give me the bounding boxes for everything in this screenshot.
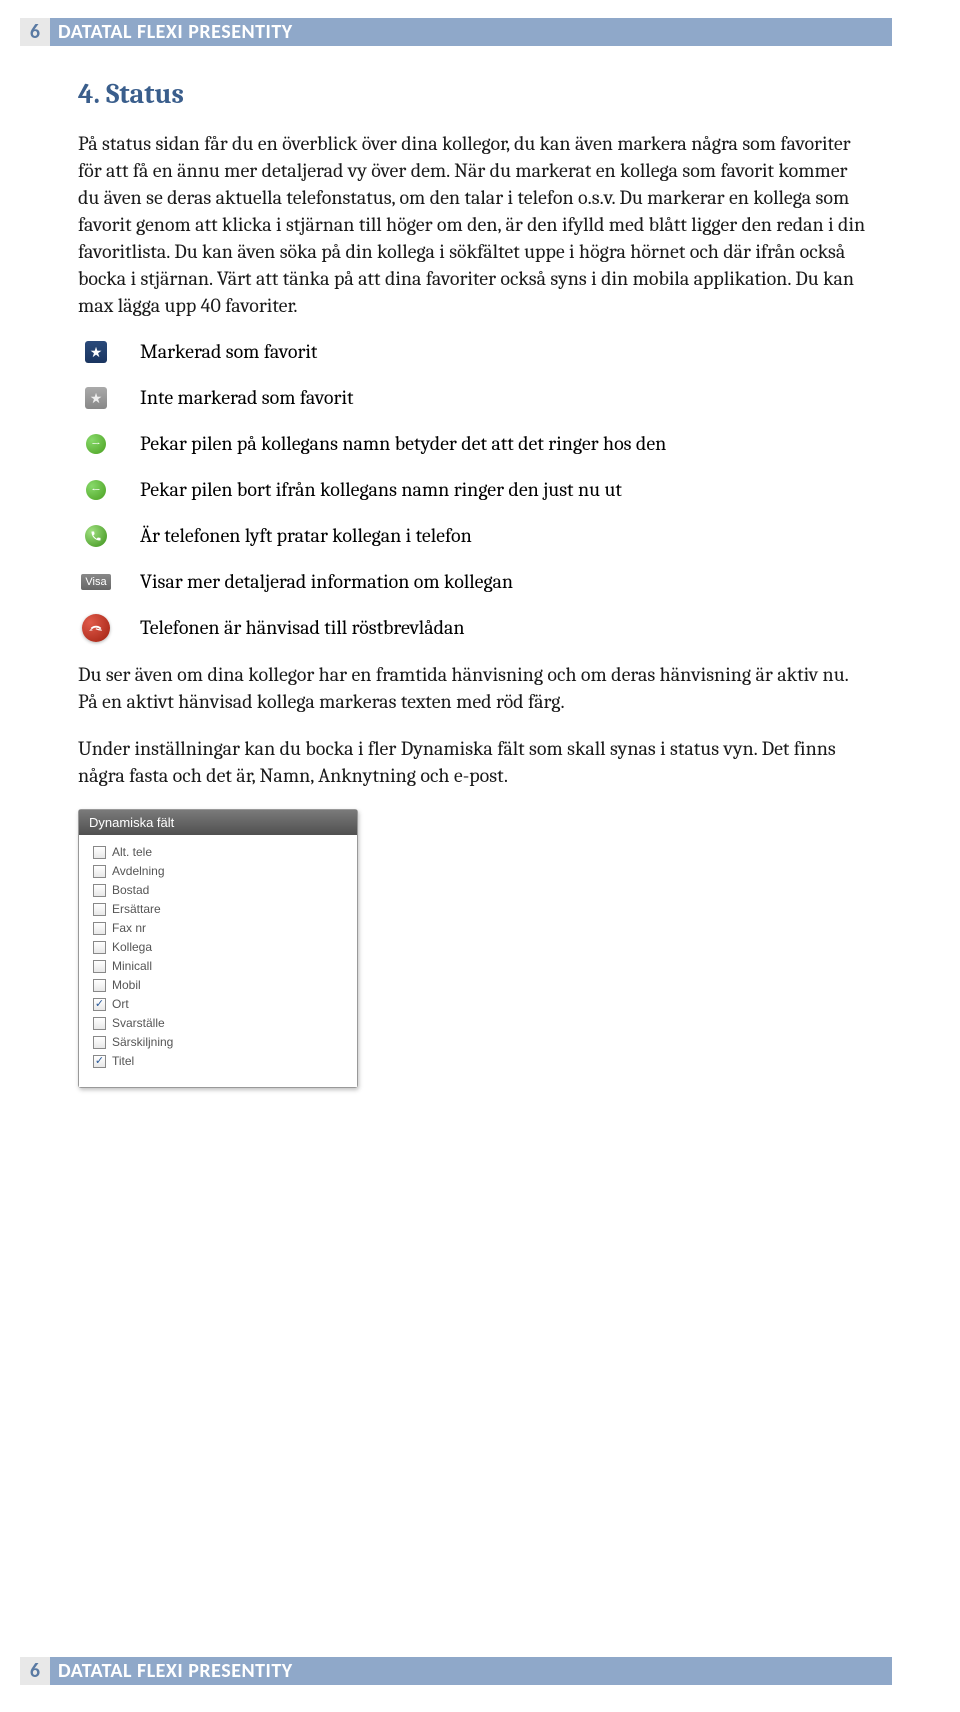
checkbox-row[interactable]: Alt. tele	[93, 845, 343, 859]
page-title-bottom: DATATAL FLEXI PRESENTITY	[50, 1657, 892, 1685]
legend-label: Markerad som favorit	[140, 339, 317, 365]
legend-row: ★ Inte markerad som favorit	[78, 385, 868, 411]
legend-label: Pekar pilen bort ifrån kollegans namn ri…	[140, 477, 622, 503]
checkbox-row[interactable]: Särskiljning	[93, 1035, 343, 1049]
checkbox-label: Särskiljning	[112, 1035, 173, 1049]
checkbox-icon[interactable]: ✓	[93, 1055, 106, 1068]
checkbox-label: Avdelning	[112, 864, 165, 878]
legend-label: Pekar pilen på kollegans namn betyder de…	[140, 431, 666, 457]
checkbox-row[interactable]: Ersättare	[93, 902, 343, 916]
panel-title: Dynamiska fält	[79, 810, 357, 835]
checkbox-icon[interactable]	[93, 941, 106, 954]
checkbox-row[interactable]: Avdelning	[93, 864, 343, 878]
dynamic-fields-panel: Dynamiska fält Alt. tele Avdelning Bostad E…	[78, 809, 358, 1088]
checkbox-row[interactable]: ✓ Ort	[93, 997, 343, 1011]
legend-label: Telefonen är hänvisad till röstbrevlådan	[140, 615, 465, 641]
paragraph-2: Du ser även om dina kollegor har en fram…	[78, 661, 868, 715]
legend-row: Telefonen är hänvisad till röstbrevlådan	[78, 615, 868, 641]
legend-row: Är telefonen lyft pratar kollegan i tele…	[78, 523, 868, 549]
checkbox-label: Svarställe	[112, 1016, 165, 1030]
checkbox-icon[interactable]: ✓	[93, 998, 106, 1011]
star-empty-icon: ★	[85, 387, 107, 409]
checkbox-label: Ersättare	[112, 902, 161, 916]
checkbox-label: Minicall	[112, 959, 152, 973]
checkbox-icon[interactable]	[93, 1017, 106, 1030]
phone-voicemail-icon	[82, 614, 110, 642]
arrow-in-icon: →	[86, 434, 106, 454]
legend-row: → Pekar pilen på kollegans namn betyder …	[78, 431, 868, 457]
legend-label: Visar mer detaljerad information om koll…	[140, 569, 513, 595]
checkbox-label: Fax nr	[112, 921, 146, 935]
phone-active-icon	[85, 525, 107, 547]
checkbox-label: Mobil	[112, 978, 141, 992]
section-heading: 4. Status	[78, 78, 868, 110]
visa-button-icon: Visa	[81, 574, 110, 590]
icon-legend: ★ Markerad som favorit ★ Inte markerad s…	[78, 339, 868, 641]
page-footer: 6 DATATAL FLEXI PRESENTITY	[20, 1657, 892, 1685]
checkbox-row[interactable]: Kollega	[93, 940, 343, 954]
page-header: 6 DATATAL FLEXI PRESENTITY	[20, 18, 892, 46]
checkbox-icon[interactable]	[93, 979, 106, 992]
legend-row: ★ Markerad som favorit	[78, 339, 868, 365]
star-filled-icon: ★	[85, 341, 107, 363]
page-number-top: 6	[20, 18, 50, 46]
checkbox-icon[interactable]	[93, 884, 106, 897]
checkbox-icon[interactable]	[93, 922, 106, 935]
checkbox-row[interactable]: Minicall	[93, 959, 343, 973]
checkbox-label: Alt. tele	[112, 845, 152, 859]
checkbox-row[interactable]: Mobil	[93, 978, 343, 992]
checkbox-row[interactable]: ✓ Titel	[93, 1054, 343, 1068]
main-content: 4. Status På status sidan får du en över…	[78, 78, 868, 1088]
checkbox-label: Kollega	[112, 940, 152, 954]
checkbox-icon[interactable]	[93, 846, 106, 859]
paragraph-1: På status sidan får du en överblick över…	[78, 130, 868, 319]
checkbox-row[interactable]: Fax nr	[93, 921, 343, 935]
arrow-out-icon: ←	[86, 480, 106, 500]
paragraph-3: Under inställningar kan du bocka i fler …	[78, 735, 868, 789]
checkbox-icon[interactable]	[93, 865, 106, 878]
checkbox-label: Titel	[112, 1054, 134, 1068]
checkbox-icon[interactable]	[93, 960, 106, 973]
checkbox-icon[interactable]	[93, 1036, 106, 1049]
panel-body: Alt. tele Avdelning Bostad Ersättare Fax nr K…	[79, 835, 357, 1087]
legend-label: Inte markerad som favorit	[140, 385, 353, 411]
legend-label: Är telefonen lyft pratar kollegan i tele…	[140, 523, 472, 549]
checkbox-label: Ort	[112, 997, 129, 1011]
page-number-bottom: 6	[20, 1657, 50, 1685]
checkbox-row[interactable]: Svarställe	[93, 1016, 343, 1030]
legend-row: ← Pekar pilen bort ifrån kollegans namn …	[78, 477, 868, 503]
legend-row: Visa Visar mer detaljerad information om…	[78, 569, 868, 595]
checkbox-icon[interactable]	[93, 903, 106, 916]
checkbox-label: Bostad	[112, 883, 149, 897]
page-title-top: DATATAL FLEXI PRESENTITY	[50, 18, 892, 46]
checkbox-row[interactable]: Bostad	[93, 883, 343, 897]
